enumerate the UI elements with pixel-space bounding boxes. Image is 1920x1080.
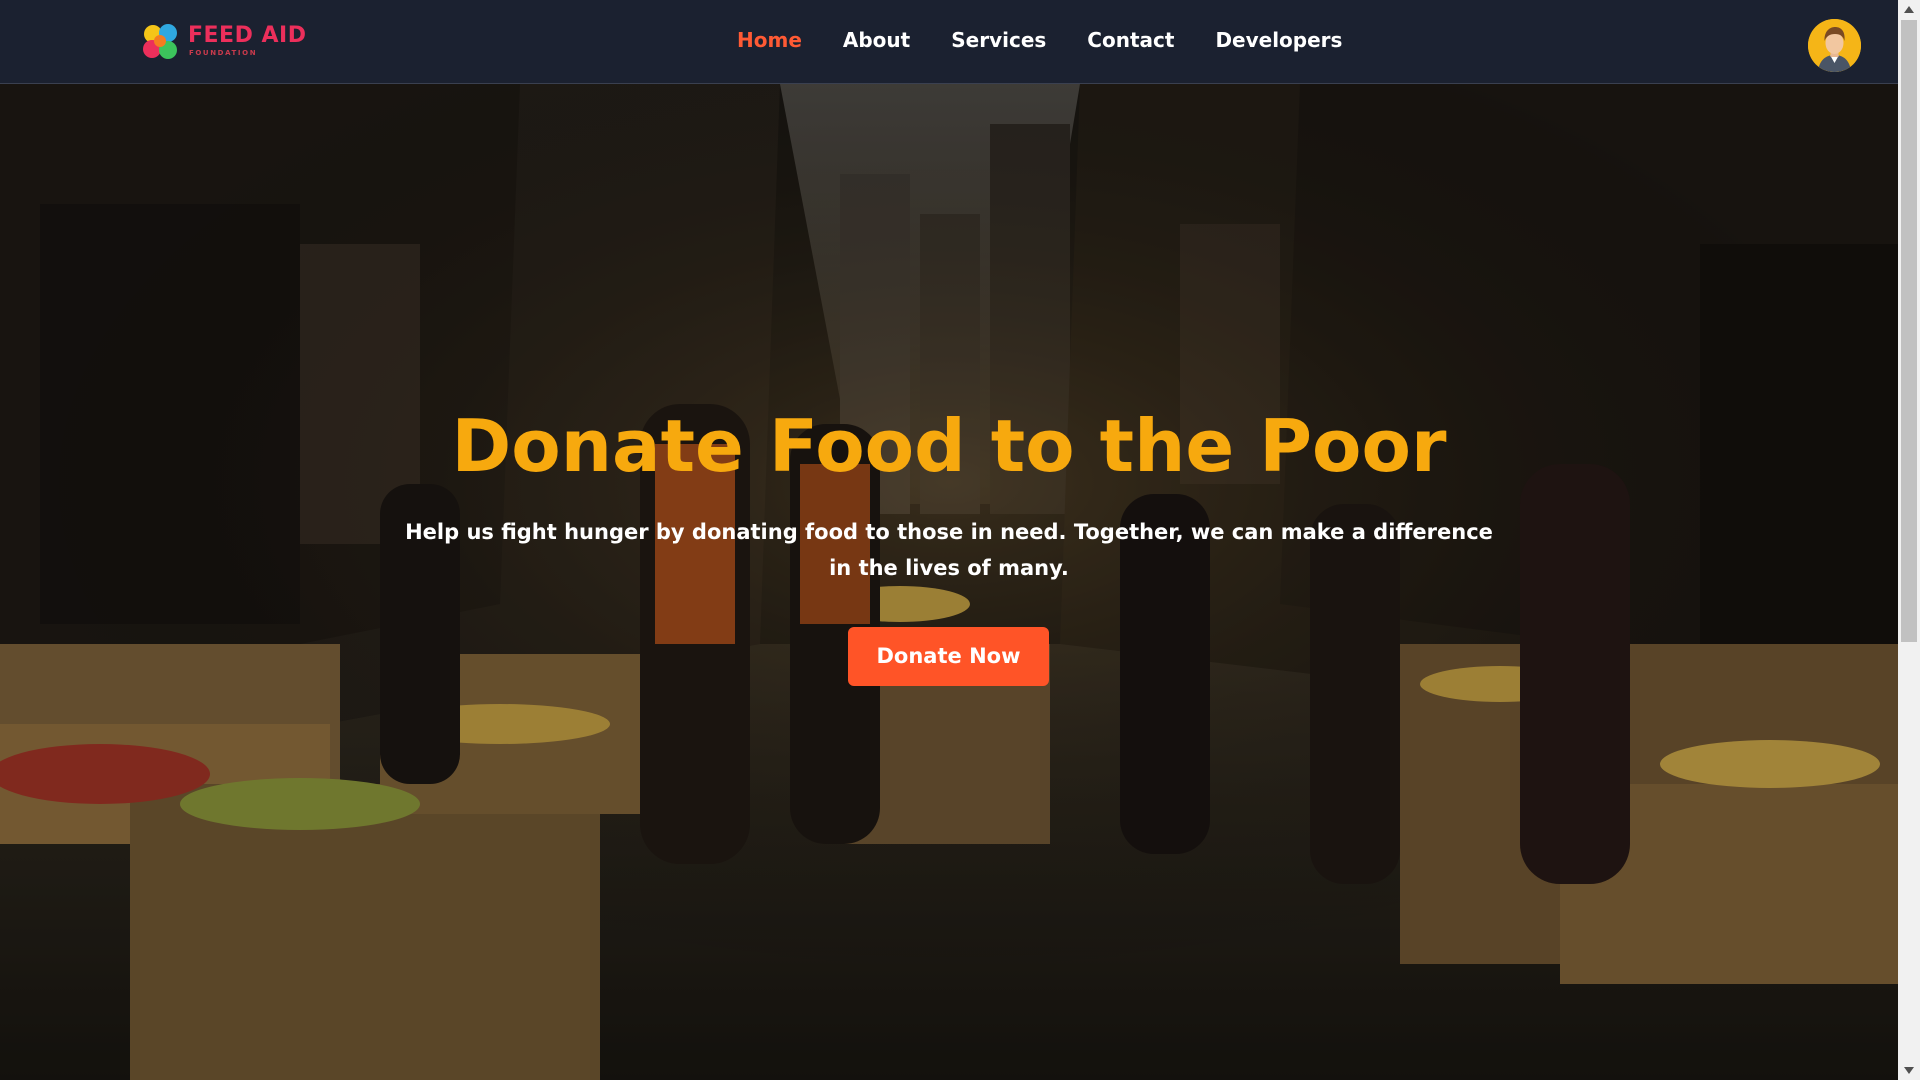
- user-avatar-icon: [1808, 19, 1861, 72]
- hero-title: Donate Food to the Poor: [451, 404, 1447, 488]
- brand-logo[interactable]: FEED AID FOUNDATION: [140, 20, 306, 64]
- brand-name: FEED AID: [188, 23, 307, 48]
- nav-item-services[interactable]: Services: [951, 28, 1046, 52]
- scrollbar-thumb[interactable]: [1901, 20, 1917, 642]
- hero-section: Donate Food to the Poor Help us fight hu…: [0, 84, 1898, 1080]
- user-avatar[interactable]: [1808, 19, 1861, 72]
- donate-now-button[interactable]: Donate Now: [848, 627, 1049, 686]
- brand-tagline: FOUNDATION: [189, 49, 258, 57]
- nav-item-home[interactable]: Home: [737, 28, 802, 52]
- main-nav: Home About Services Contact Developers: [737, 28, 1383, 52]
- flower-logo-icon: [143, 24, 177, 59]
- nav-item-contact[interactable]: Contact: [1087, 28, 1174, 52]
- scroll-up-arrow-icon[interactable]: [1898, 0, 1920, 20]
- nav-item-developers[interactable]: Developers: [1215, 28, 1342, 52]
- navbar: FEED AID FOUNDATION Home About Services …: [0, 0, 1898, 84]
- hero-description: Help us fight hunger by donating food to…: [405, 520, 1493, 580]
- page-scrollbar[interactable]: [1898, 0, 1920, 1080]
- page: FEED AID FOUNDATION Home About Services …: [0, 0, 1920, 1080]
- scroll-down-arrow-icon[interactable]: [1898, 1060, 1920, 1080]
- nav-item-about[interactable]: About: [843, 28, 910, 52]
